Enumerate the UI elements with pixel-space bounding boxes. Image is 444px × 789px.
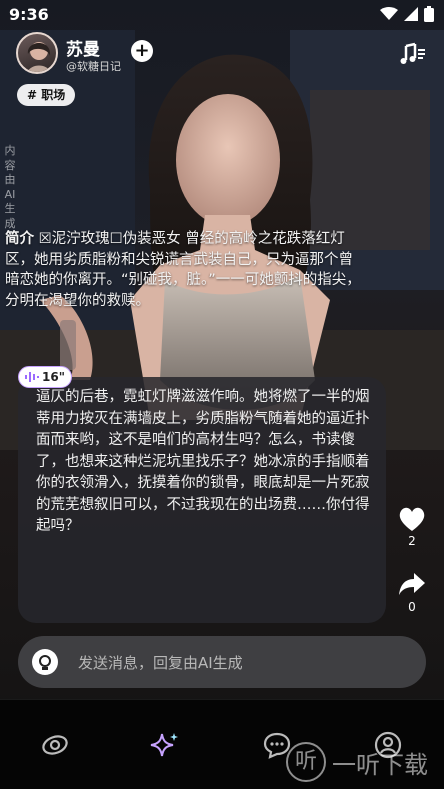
discover-icon[interactable] [40,730,70,760]
status-bar: 9:36 [0,0,444,30]
message-placeholder: 发送消息，回复由AI生成 [78,654,243,672]
share-count: 0 [408,600,416,614]
voice-duration: 16" [42,370,65,384]
sparkle-icon[interactable] [150,730,180,760]
dialog-text: 逼仄的后巷，霓虹灯牌滋滋作响。她将燃了一半的烟蒂用力按灭在满墙皮上，劣质脂粉气随… [36,389,370,534]
wifi-icon [380,7,398,20]
share-icon[interactable] [398,571,426,597]
follow-button[interactable]: + [131,40,153,62]
watermark-text: 一听下载 [332,750,428,779]
character-name: 苏曼 [66,40,100,60]
avatar[interactable] [16,32,58,74]
music-icon[interactable] [398,40,426,68]
intro-text: ☒泥泞玫瑰☐伪装恶女 曾经的高岭之花跌落红灯区，她用劣质脂粉和尖锐谎言武装自己，… [5,231,361,309]
like-count: 2 [408,534,416,548]
category-tag[interactable]: # 职场 [17,84,76,106]
character-handle: @软糖日记 [66,60,121,73]
mic-icon [39,655,51,670]
status-time: 9:36 [9,5,49,24]
battery-icon [424,6,434,22]
voice-input-icon[interactable] [32,649,58,675]
voice-duration-badge[interactable]: 16" [18,366,72,388]
intro-label: 简介 [5,231,34,247]
signal-icon [404,7,418,21]
heart-icon[interactable] [398,506,426,532]
message-input[interactable]: 发送消息，回复由AI生成 [18,636,426,688]
add-icon: + [134,40,150,61]
watermark-logo: 听 [286,742,326,782]
sound-wave-icon [25,372,39,382]
character-intro: 简介 ☒泥泞玫瑰☐伪装恶女 曾经的高岭之花跌落红灯区，她用劣质脂粉和尖锐谎言武装… [5,229,365,311]
ai-generated-note: 内容由AI生成 [4,144,16,230]
watermark: 听 一听下载 [286,742,428,782]
status-icons [380,6,434,22]
